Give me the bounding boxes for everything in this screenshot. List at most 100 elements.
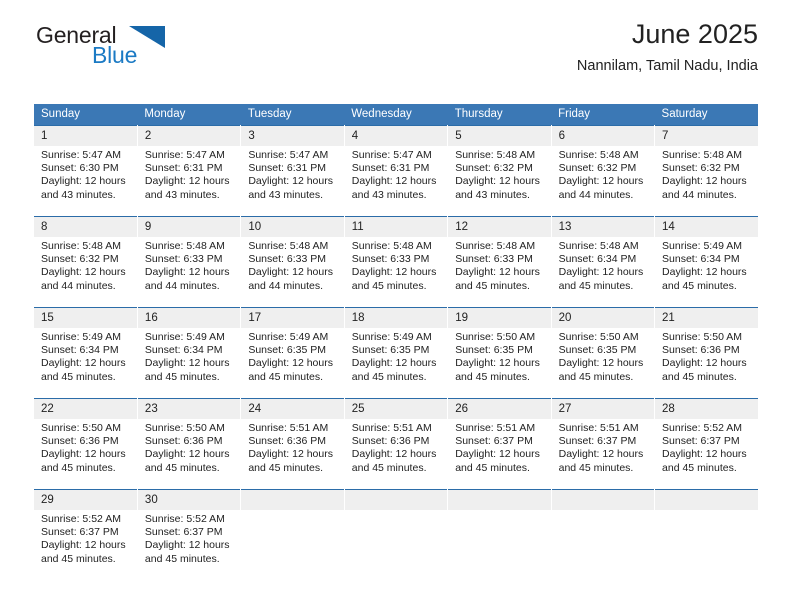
daylight-text-line2: and 45 minutes. [144,370,220,383]
day-cell-details: Sunrise: 5:49 AM Sunset: 6:34 PM Daylight:… [655,237,758,293]
day-cell[interactable]: 11 Sunrise: 5:48 AM Sunset: 6:33 PM Dayligh… [344,216,449,308]
day-cell[interactable]: 21 Sunrise: 5:50 AM Sunset: 6:36 PM Dayligh… [654,307,758,399]
daylight-text-line2: and 44 minutes. [144,279,220,292]
day-cell[interactable]: 6 Sunrise: 5:48 AM Sunset: 6:32 PM Daylight… [551,125,656,217]
daylight-text-line2: and 43 minutes. [455,188,530,201]
day-cell[interactable]: 26 Sunrise: 5:51 AM Sunset: 6:37 PM Dayligh… [447,398,552,490]
day-cell[interactable]: 22 Sunrise: 5:50 AM Sunset: 6:36 PM Dayligh… [34,398,138,490]
sunrise-text: Sunrise: 5:50 AM [558,331,639,343]
sunset-text: Sunset: 6:37 PM [662,435,740,448]
sunset-text: Sunset: 6:36 PM [41,435,119,448]
sunset-text: Sunset: 6:30 PM [41,162,119,175]
day-number [344,490,448,510]
calendar-week-row: 1 Sunrise: 5:47 AM Sunset: 6:30 PM Daylight… [34,125,758,217]
day-cell-details: Sunrise: 5:47 AM Sunset: 6:31 PM Daylight:… [138,146,240,202]
day-cell[interactable]: 2 Sunrise: 5:47 AM Sunset: 6:31 PM Daylight… [137,125,242,217]
day-cell[interactable]: 16 Sunrise: 5:49 AM Sunset: 6:34 PM Dayligh… [137,307,242,399]
day-cell[interactable]: 7 Sunrise: 5:48 AM Sunset: 6:32 PM Daylight… [654,125,758,217]
daylight-text-line2: and 45 minutes. [558,370,634,383]
day-cell-details: Sunrise: 5:50 AM Sunset: 6:36 PM Daylight:… [34,419,137,475]
daylight-text-line2: and 43 minutes. [248,188,324,201]
day-cell-details: Sunrise: 5:48 AM Sunset: 6:32 PM Daylight:… [448,146,550,202]
daylight-text-line2: and 45 minutes. [455,279,530,292]
day-cell-details: Sunrise: 5:48 AM Sunset: 6:32 PM Daylight:… [34,237,137,293]
sunrise-text: Sunrise: 5:51 AM [455,422,536,434]
day-cell[interactable]: 15 Sunrise: 5:49 AM Sunset: 6:34 PM Dayligh… [34,307,138,399]
day-cell[interactable]: 19 Sunrise: 5:50 AM Sunset: 6:35 PM Dayligh… [447,307,552,399]
day-cell[interactable]: 27 Sunrise: 5:51 AM Sunset: 6:37 PM Dayligh… [551,398,656,490]
day-cell[interactable]: 14 Sunrise: 5:49 AM Sunset: 6:34 PM Dayligh… [654,216,758,308]
sunset-text: Sunset: 6:34 PM [144,344,223,357]
day-number: 3 [241,126,344,146]
sunrise-text: Sunrise: 5:49 AM [351,331,432,343]
brand-logo[interactable]: General Blue [34,22,254,74]
sunset-text: Sunset: 6:34 PM [41,344,119,357]
sunset-text: Sunset: 6:31 PM [248,162,326,175]
day-cell[interactable]: 20 Sunrise: 5:50 AM Sunset: 6:35 PM Dayligh… [551,307,656,399]
sunset-text: Sunset: 6:35 PM [248,344,326,357]
sunset-text: Sunset: 6:37 PM [558,435,637,448]
daylight-text-line2: and 45 minutes. [248,461,324,474]
day-number: 4 [344,126,448,146]
sunset-text: Sunset: 6:37 PM [144,526,223,539]
daylight-text-line1: Daylight: 12 hours [351,357,437,370]
daylight-text-line1: Daylight: 12 hours [351,448,437,461]
sunrise-text: Sunrise: 5:52 AM [41,513,121,525]
day-cell[interactable]: 3 Sunrise: 5:47 AM Sunset: 6:31 PM Daylight… [240,125,345,217]
day-cell-details: Sunrise: 5:51 AM Sunset: 6:37 PM Daylight:… [552,419,654,475]
daylight-text-line1: Daylight: 12 hours [144,266,230,279]
sunset-text: Sunset: 6:36 PM [351,435,430,448]
day-number [551,490,655,510]
day-cell-details: Sunrise: 5:49 AM Sunset: 6:34 PM Daylight:… [138,328,240,384]
day-cell[interactable]: 13 Sunrise: 5:48 AM Sunset: 6:34 PM Dayligh… [551,216,656,308]
day-cell[interactable]: 12 Sunrise: 5:48 AM Sunset: 6:33 PM Dayligh… [447,216,552,308]
day-cell[interactable]: 18 Sunrise: 5:49 AM Sunset: 6:35 PM Dayligh… [344,307,449,399]
daylight-text-line1: Daylight: 12 hours [351,266,437,279]
day-cell[interactable]: 30 Sunrise: 5:52 AM Sunset: 6:37 PM Dayligh… [137,489,242,580]
daylight-text-line2: and 43 minutes. [144,188,220,201]
sunset-text: Sunset: 6:36 PM [662,344,740,357]
daylight-text-line1: Daylight: 12 hours [144,539,230,552]
day-number: 25 [344,399,448,419]
daylight-text-line2: and 45 minutes. [558,279,634,292]
day-cell[interactable]: 8 Sunrise: 5:48 AM Sunset: 6:32 PM Daylight… [34,216,138,308]
weekday-header-wednesday: Wednesday [344,104,448,126]
daylight-text-line2: and 45 minutes. [662,370,737,383]
daylight-text-line1: Daylight: 12 hours [41,448,126,461]
day-cell-empty [551,489,656,580]
day-cell[interactable]: 28 Sunrise: 5:52 AM Sunset: 6:37 PM Dayligh… [654,398,758,490]
sunset-text: Sunset: 6:33 PM [351,253,430,266]
day-cell[interactable]: 17 Sunrise: 5:49 AM Sunset: 6:35 PM Dayligh… [240,307,345,399]
day-cell[interactable]: 29 Sunrise: 5:52 AM Sunset: 6:37 PM Dayligh… [34,489,138,580]
daylight-text-line2: and 45 minutes. [558,461,634,474]
day-cell-details: Sunrise: 5:52 AM Sunset: 6:37 PM Daylight:… [655,419,758,475]
sunset-text: Sunset: 6:32 PM [41,253,119,266]
day-cell[interactable]: 24 Sunrise: 5:51 AM Sunset: 6:36 PM Dayligh… [240,398,345,490]
day-cell[interactable]: 9 Sunrise: 5:48 AM Sunset: 6:33 PM Daylight… [137,216,242,308]
daylight-text-line1: Daylight: 12 hours [41,175,126,188]
day-cell[interactable]: 5 Sunrise: 5:48 AM Sunset: 6:32 PM Daylight… [447,125,552,217]
day-number [241,490,344,510]
day-cell[interactable]: 23 Sunrise: 5:50 AM Sunset: 6:36 PM Dayligh… [137,398,242,490]
daylight-text-line1: Daylight: 12 hours [248,448,333,461]
daylight-text-line2: and 45 minutes. [351,461,427,474]
day-cell[interactable]: 10 Sunrise: 5:48 AM Sunset: 6:33 PM Dayligh… [240,216,345,308]
sunrise-text: Sunrise: 5:47 AM [248,149,329,161]
day-cell-details: Sunrise: 5:50 AM Sunset: 6:36 PM Daylight:… [138,419,240,475]
day-cell[interactable]: 25 Sunrise: 5:51 AM Sunset: 6:36 PM Dayligh… [344,398,449,490]
sunrise-text: Sunrise: 5:48 AM [248,240,329,252]
daylight-text-line1: Daylight: 12 hours [144,448,230,461]
day-number: 13 [551,217,655,237]
day-cell[interactable]: 4 Sunrise: 5:47 AM Sunset: 6:31 PM Daylight… [344,125,449,217]
sunset-text: Sunset: 6:34 PM [662,253,740,266]
sunrise-text: Sunrise: 5:52 AM [144,513,225,525]
day-cell-details: Sunrise: 5:51 AM Sunset: 6:36 PM Daylight:… [241,419,343,475]
sunrise-text: Sunrise: 5:48 AM [351,240,432,252]
day-cell-empty [344,489,449,580]
sunrise-text: Sunrise: 5:50 AM [455,331,536,343]
day-cell[interactable]: 1 Sunrise: 5:47 AM Sunset: 6:30 PM Daylight… [34,125,138,217]
day-number: 1 [34,126,137,146]
day-cell-empty [654,489,758,580]
day-number: 30 [137,490,241,510]
day-number: 5 [448,126,551,146]
